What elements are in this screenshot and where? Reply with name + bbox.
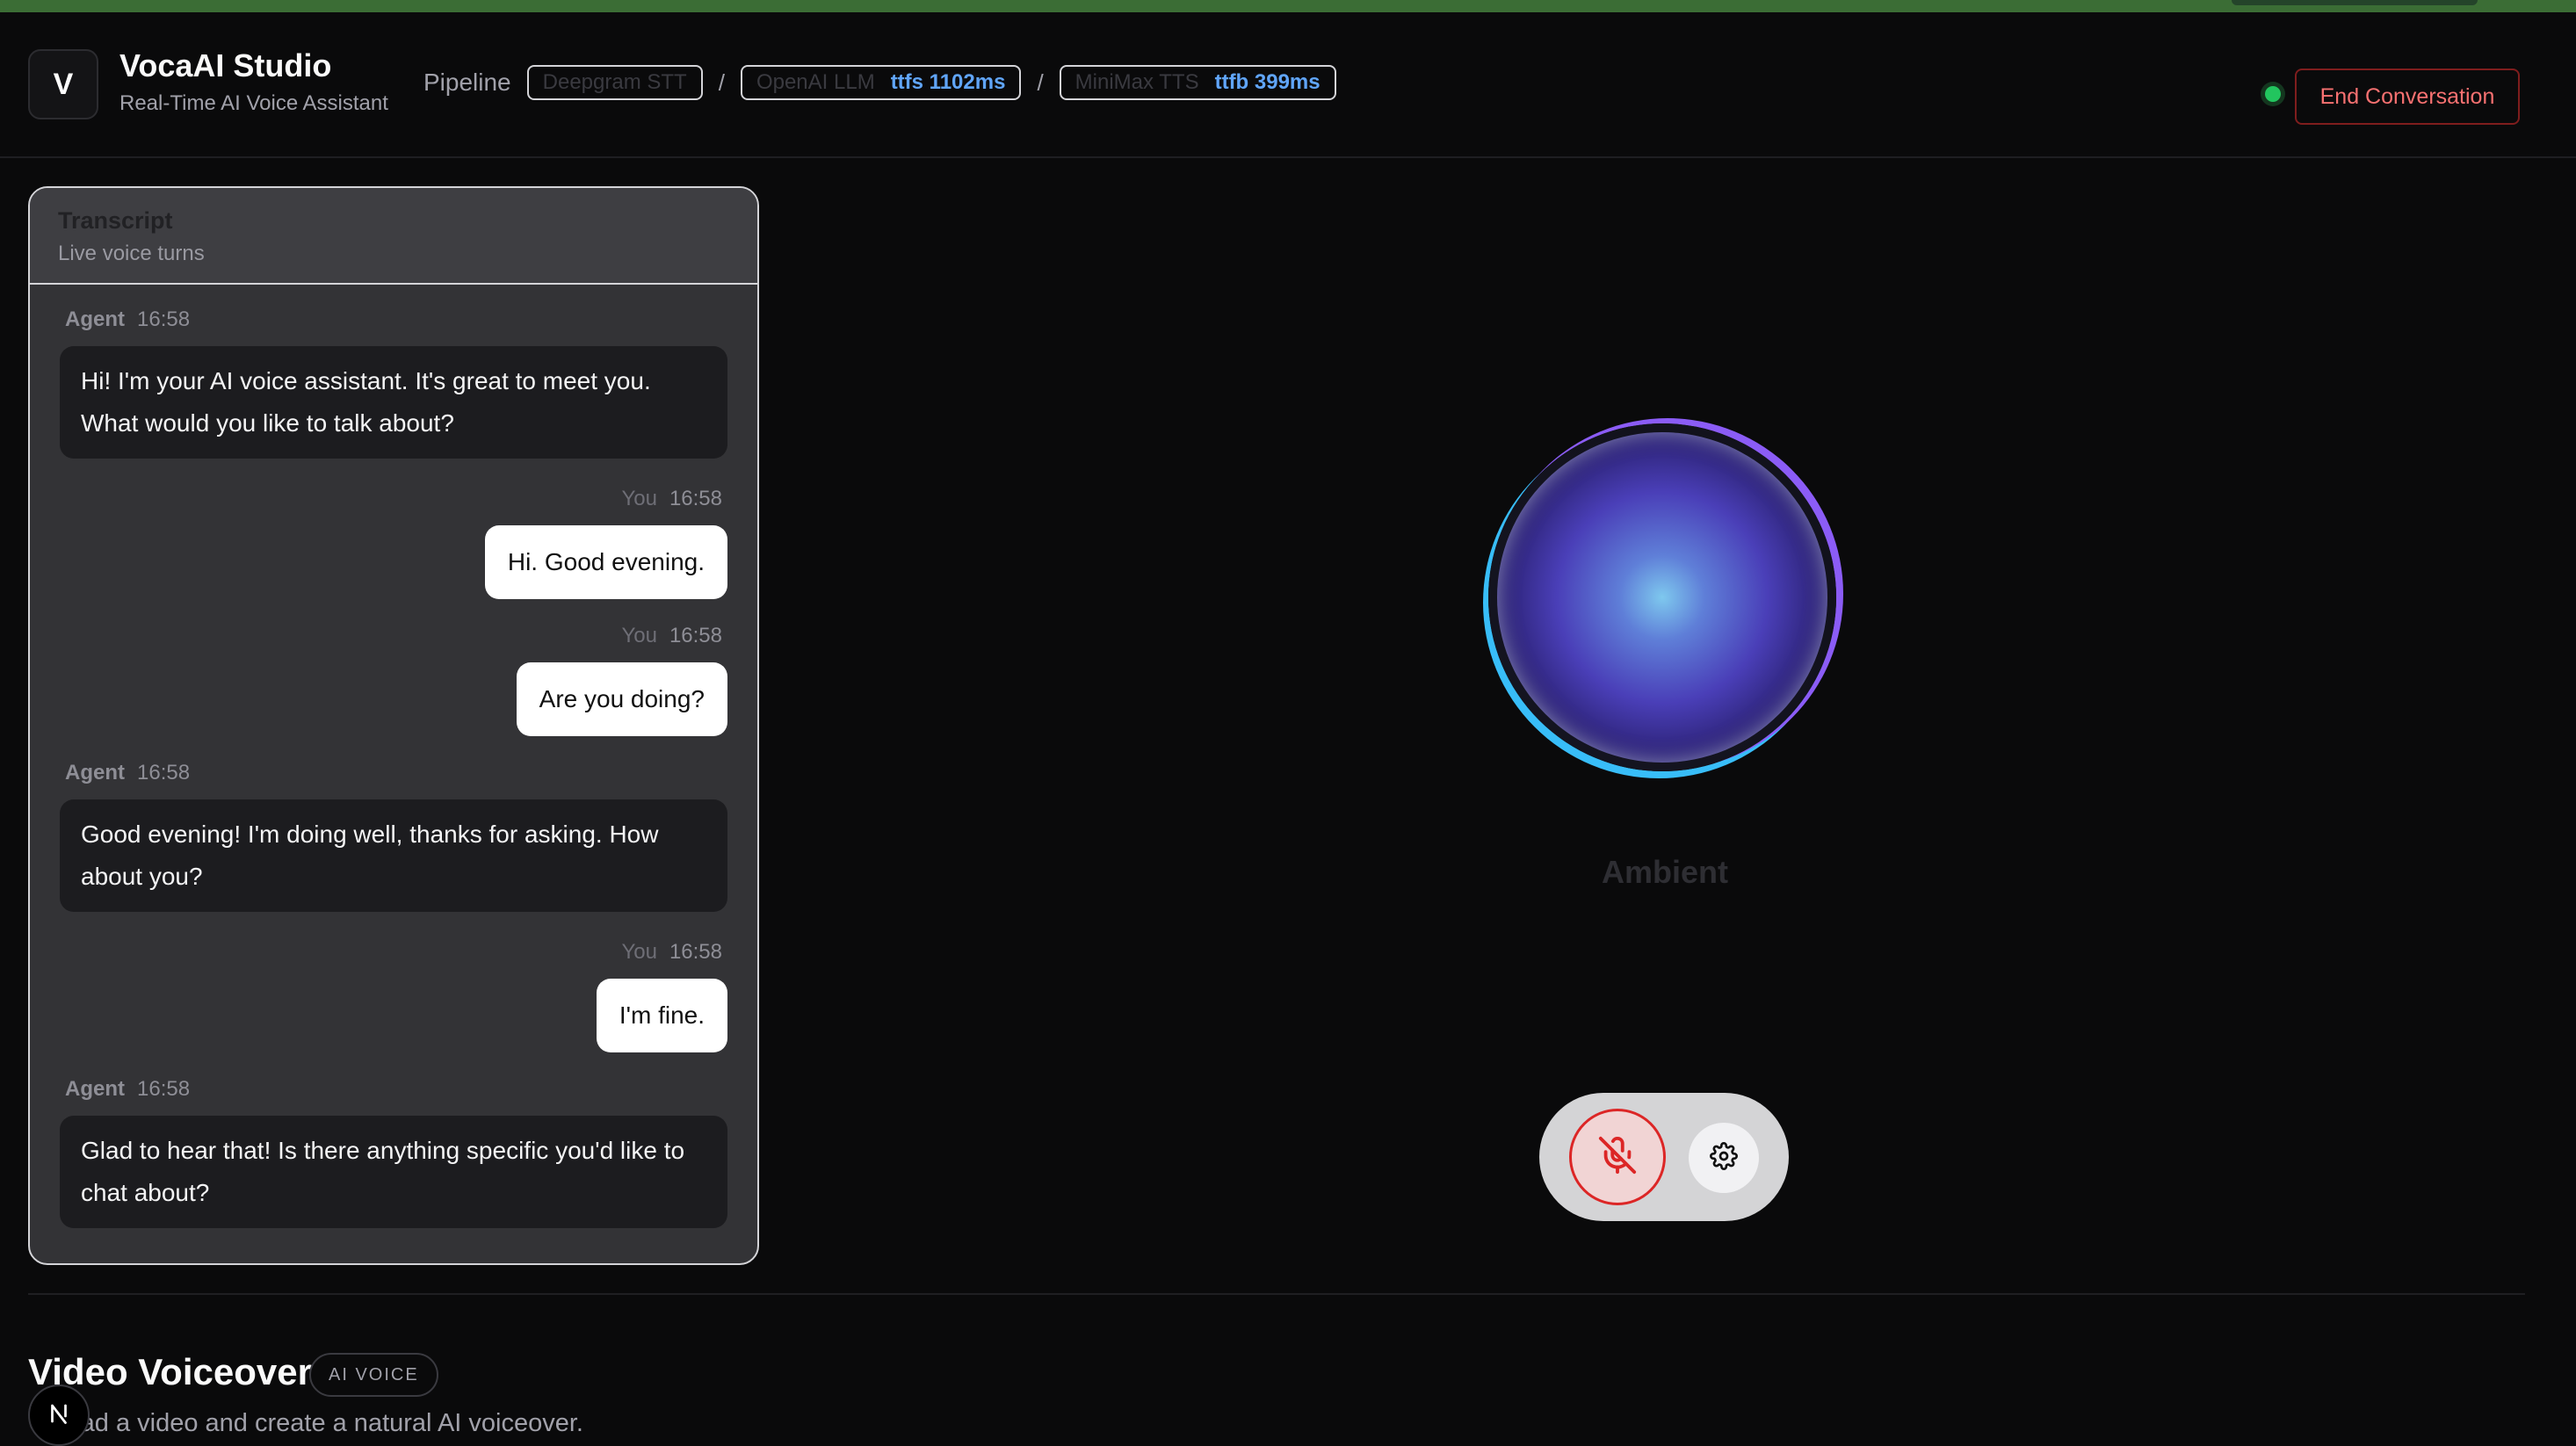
pipeline-stt-chip: Deepgram STT bbox=[526, 65, 703, 100]
message-meta: Agent 16:58 bbox=[65, 1077, 190, 1102]
pipeline-stage-metric: ttfs 1102ms bbox=[890, 70, 1006, 94]
voice-visualizer bbox=[1488, 423, 1836, 771]
message-sender: You bbox=[621, 624, 657, 647]
agent-message-bubble: Glad to hear that! Is there anything spe… bbox=[60, 1116, 727, 1228]
voiceover-description: Upload a video and create a natural AI v… bbox=[28, 1409, 583, 1437]
pipeline-stage-metric: ttfb 399ms bbox=[1214, 70, 1321, 94]
app-header: V VocaAI Studio Real-Time AI Voice Assis… bbox=[0, 12, 2576, 158]
message-meta: Agent 16:58 bbox=[65, 761, 190, 785]
app-subtitle: Real-Time AI Voice Assistant bbox=[119, 91, 388, 115]
pipeline-tts-chip: MiniMax TTS ttfb 399ms bbox=[1059, 65, 1336, 100]
section-divider bbox=[28, 1293, 2525, 1295]
message-meta: Agent 16:58 bbox=[65, 307, 190, 332]
mic-off-icon bbox=[1597, 1135, 1638, 1180]
voiceover-badge: AI VOICE bbox=[309, 1353, 438, 1397]
top-accent-tab bbox=[2232, 0, 2478, 5]
agent-message-bubble: Good evening! I'm doing well, thanks for… bbox=[60, 799, 727, 912]
visualizer-state-label: Ambient bbox=[1602, 854, 1728, 890]
gear-icon bbox=[1710, 1141, 1738, 1175]
message-sender: You bbox=[621, 487, 657, 510]
message-sender: Agent bbox=[65, 761, 125, 784]
message-meta: You 16:58 bbox=[621, 487, 722, 511]
message-meta: You 16:58 bbox=[621, 624, 722, 648]
pipeline-llm-chip: OpenAI LLM ttfs 1102ms bbox=[740, 65, 1022, 100]
pipeline-stage-name: OpenAI LLM bbox=[756, 70, 875, 94]
top-accent-bar bbox=[0, 0, 2576, 12]
app-logo: V bbox=[28, 49, 98, 119]
user-message-bubble: Hi. Good evening. bbox=[484, 525, 727, 599]
voice-controls bbox=[1539, 1093, 1789, 1221]
transcript-panel[interactable]: Transcript Live voice turns Agent 16:58 H… bbox=[28, 186, 759, 1265]
message-sender: You bbox=[621, 940, 657, 964]
user-message-bubble: I'm fine. bbox=[596, 979, 727, 1052]
agent-message-bubble: Hi! I'm your AI voice assistant. It's gr… bbox=[60, 346, 727, 459]
visualizer-orb bbox=[1497, 432, 1827, 763]
settings-button[interactable] bbox=[1689, 1123, 1759, 1193]
message-time: 16:58 bbox=[137, 1077, 191, 1101]
pipeline-separator: / bbox=[1037, 69, 1044, 96]
message-time: 16:58 bbox=[669, 624, 722, 647]
pipeline-indicator: Pipeline Deepgram STT / OpenAI LLM ttfs … bbox=[423, 65, 1336, 100]
message-time: 16:58 bbox=[669, 487, 722, 510]
message-sender: Agent bbox=[65, 307, 125, 331]
message-time: 16:58 bbox=[669, 940, 722, 964]
mute-microphone-button[interactable] bbox=[1569, 1109, 1666, 1205]
pipeline-stage-name: Deepgram STT bbox=[542, 70, 687, 94]
transcript-header: Transcript Live voice turns bbox=[30, 188, 757, 285]
message-time: 16:58 bbox=[137, 761, 191, 784]
pipeline-stage-name: MiniMax TTS bbox=[1075, 70, 1199, 94]
n-logo-icon bbox=[43, 1398, 75, 1434]
message-time: 16:58 bbox=[137, 307, 191, 331]
app-title: VocaAI Studio bbox=[119, 47, 332, 83]
end-conversation-button[interactable]: End Conversation bbox=[2295, 69, 2520, 125]
connection-status-dot bbox=[2265, 86, 2281, 102]
user-message-bubble: Are you doing? bbox=[516, 662, 727, 736]
transcript-subtitle: Live voice turns bbox=[58, 242, 205, 265]
pipeline-separator: / bbox=[718, 69, 725, 96]
pipeline-label: Pipeline bbox=[423, 69, 511, 96]
nextjs-dev-indicator[interactable] bbox=[28, 1385, 90, 1446]
transcript-title: Transcript bbox=[58, 207, 173, 234]
message-sender: Agent bbox=[65, 1077, 125, 1101]
message-meta: You 16:58 bbox=[621, 940, 722, 965]
